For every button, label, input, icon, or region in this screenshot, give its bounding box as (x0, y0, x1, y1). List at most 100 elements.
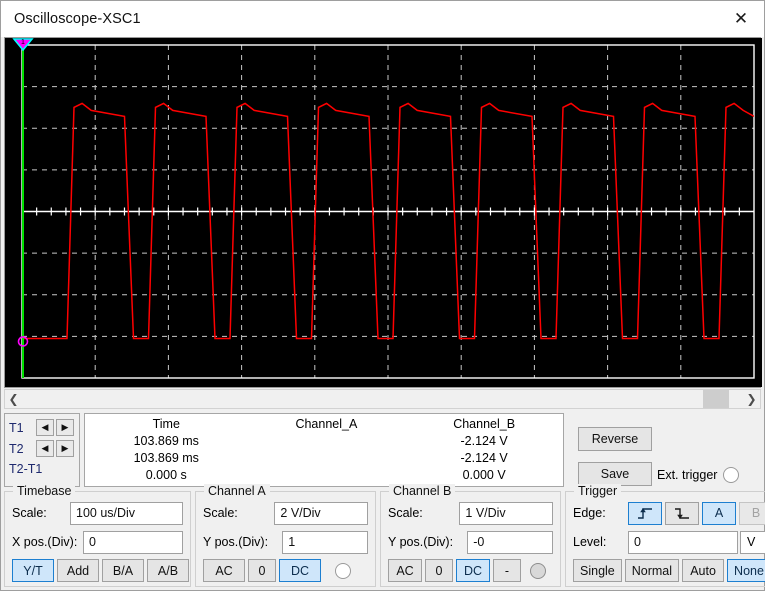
timebase-scale-input[interactable]: 100 us/Div (70, 501, 183, 525)
svg-text:1: 1 (21, 39, 25, 46)
channel-b-coupling-buttons: AC 0 DC - (388, 559, 553, 582)
scrollbar-thumb[interactable] (703, 390, 729, 408)
delta-channel-a-value (248, 466, 406, 483)
measurement-readout: Time Channel_A Channel_B 103.869 ms -2.1… (84, 413, 564, 487)
timebase-xpos-input[interactable]: 0 (83, 530, 183, 554)
column-header-channel-a: Channel_A (295, 417, 358, 431)
cursor-delta-label: T2-T1 (9, 462, 43, 476)
channel-b-ypos-label: Y pos.(Div): (388, 535, 454, 549)
ext-trigger-terminal[interactable] (723, 467, 740, 483)
cursor-t2-label: T2 (9, 441, 24, 456)
channel-b-ac-button[interactable]: AC (388, 559, 422, 582)
timebase-scale-row: Scale: 100 us/Div (12, 501, 183, 525)
channel-b-scale-row: Scale: 1 V/Div (388, 501, 553, 525)
channel-a-dc-button[interactable]: DC (279, 559, 321, 582)
timebase-mode-ba-button[interactable]: B/A (102, 559, 144, 582)
channel-b-scale-input[interactable]: 1 V/Div (459, 501, 553, 525)
trigger-mode-buttons: Single Normal Auto None (573, 559, 765, 582)
trigger-level-input[interactable]: 0 (628, 530, 738, 554)
action-buttons: Reverse Save Ext. trigger (564, 413, 754, 487)
chevron-right-icon[interactable]: ❯ (743, 390, 760, 408)
trigger-none-button[interactable]: None (727, 559, 765, 582)
timebase-xpos-row: X pos.(Div): 0 (12, 530, 183, 554)
table-header-row: Time Channel_A Channel_B (85, 416, 563, 432)
channel-a-coupling-buttons: AC 0 DC (203, 559, 368, 582)
close-icon[interactable]: ✕ (718, 2, 764, 37)
scrollbar-track[interactable] (22, 390, 743, 408)
control-panel: Timebase Scale: 100 us/Div X pos.(Div): … (4, 484, 765, 587)
table-row: 0.000 s 0.000 V (85, 466, 563, 483)
channel-a-legend: Channel A (204, 484, 270, 498)
column-header-channel-b: Channel_B (453, 417, 516, 431)
trigger-source-b-button[interactable]: B (739, 501, 765, 525)
trigger-legend: Trigger (574, 484, 622, 498)
timebase-scale-label: Scale: (12, 506, 47, 520)
scope-display[interactable]: 1 (4, 37, 762, 388)
trigger-level-unit[interactable]: V (740, 530, 765, 554)
timebase-mode-ab-button[interactable]: A/B (147, 559, 189, 582)
cursor-row-t1: T1 ◀ ▶ (9, 417, 79, 438)
channel-a-ypos-label: Y pos.(Div): (203, 535, 269, 549)
ext-trigger-label: Ext. trigger (657, 468, 718, 482)
channel-a-terminal[interactable] (335, 562, 351, 579)
cursor-t1-label: T1 (9, 420, 24, 435)
timebase-scrollbar[interactable]: ❮ ❯ (4, 389, 761, 409)
channel-b-ypos-input[interactable]: -0 (467, 530, 553, 554)
trigger-level-row: Level: 0 V (573, 530, 765, 554)
delta-time-value: 0.000 s (145, 467, 187, 482)
oscilloscope-window: Oscilloscope-XSC1 ✕ 1 ❮ ❯ T1 ◀ ▶ T2 ◀ ▶ … (0, 0, 765, 591)
trigger-source-a-button[interactable]: A (702, 501, 736, 525)
channel-b-invert-button[interactable]: - (493, 559, 521, 582)
ext-trigger-group: Ext. trigger (657, 467, 740, 483)
title-bar: Oscilloscope-XSC1 ✕ (1, 1, 764, 37)
waveform-canvas[interactable]: 1 (5, 38, 762, 387)
channel-b-terminal[interactable] (530, 562, 546, 579)
t1-channel-a-value (248, 432, 406, 449)
channel-a-group: Channel A Scale: 2 V/Div Y pos.(Div): 1 … (195, 484, 376, 587)
timebase-legend: Timebase (13, 484, 76, 498)
channel-b-dc-button[interactable]: DC (456, 559, 490, 582)
measurement-panel: T1 ◀ ▶ T2 ◀ ▶ T2-T1 Time Channel_A Chann… (4, 413, 761, 487)
channel-b-group: Channel B Scale: 1 V/Div Y pos.(Div): -0… (380, 484, 561, 587)
cursor-controls: T1 ◀ ▶ T2 ◀ ▶ T2-T1 (4, 413, 80, 487)
timebase-xpos-label: X pos.(Div): (12, 535, 78, 549)
trigger-single-button[interactable]: Single (573, 559, 622, 582)
channel-b-legend: Channel B (389, 484, 456, 498)
trigger-group: Trigger Edge: A B Level: 0 V Single Norm… (565, 484, 765, 587)
channel-a-ground-button[interactable]: 0 (248, 559, 276, 582)
timebase-mode-buttons: Y/T Add B/A A/B (12, 559, 189, 582)
reverse-button[interactable]: Reverse (578, 427, 652, 451)
cursor-row-t2: T2 ◀ ▶ (9, 438, 79, 459)
timebase-group: Timebase Scale: 100 us/Div X pos.(Div): … (4, 484, 191, 587)
channel-a-ypos-input[interactable]: 1 (282, 530, 368, 554)
cursor-t1-right-button[interactable]: ▶ (56, 419, 74, 436)
t1-time-value: 103.869 ms (133, 433, 199, 448)
channel-b-ground-button[interactable]: 0 (425, 559, 453, 582)
channel-a-ac-button[interactable]: AC (203, 559, 245, 582)
trigger-level-label: Level: (573, 535, 607, 549)
trigger-normal-button[interactable]: Normal (624, 559, 680, 582)
timebase-mode-yt-button[interactable]: Y/T (12, 559, 54, 582)
trigger-edge-buttons: A B Ext (628, 501, 765, 525)
trigger-edge-label: Edge: (573, 506, 606, 520)
falling-edge-icon[interactable] (665, 501, 699, 525)
t2-channel-a-value (248, 449, 406, 466)
channel-a-scale-label: Scale: (203, 506, 238, 520)
trigger-edge-row: Edge: A B (573, 501, 765, 525)
window-title: Oscilloscope-XSC1 (14, 11, 141, 27)
rising-edge-icon[interactable] (628, 501, 662, 525)
save-button[interactable]: Save (578, 462, 652, 486)
t2-channel-b-value: -2.124 V (460, 450, 508, 465)
cursor-t1-left-button[interactable]: ◀ (36, 419, 54, 436)
column-header-time: Time (152, 417, 180, 431)
channel-b-ypos-row: Y pos.(Div): -0 (388, 530, 553, 554)
trigger-auto-button[interactable]: Auto (682, 559, 725, 582)
delta-channel-b-value: 0.000 V (462, 467, 506, 482)
chevron-left-icon[interactable]: ❮ (5, 390, 22, 408)
timebase-mode-add-button[interactable]: Add (57, 559, 99, 582)
table-row: 103.869 ms -2.124 V (85, 432, 563, 449)
cursor-t2-left-button[interactable]: ◀ (36, 440, 54, 457)
cursor-t2-right-button[interactable]: ▶ (56, 440, 74, 457)
table-row: 103.869 ms -2.124 V (85, 449, 563, 466)
channel-a-scale-input[interactable]: 2 V/Div (274, 501, 368, 525)
